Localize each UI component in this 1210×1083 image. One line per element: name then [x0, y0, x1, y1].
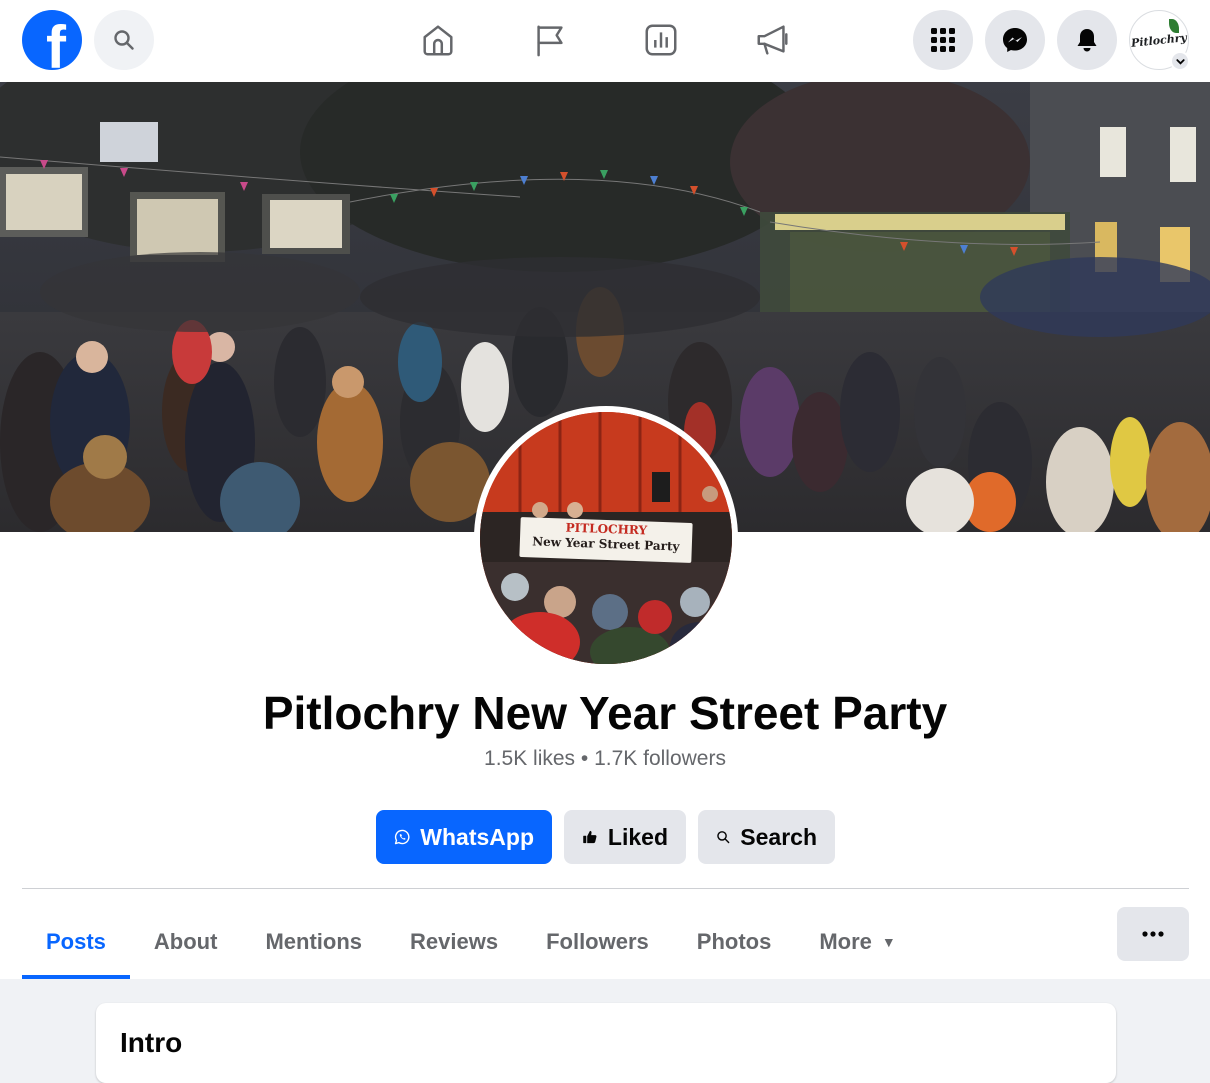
top-navigation-bar: f Pitlochry [0, 0, 1210, 82]
chevron-down-icon [1175, 58, 1185, 65]
profile-banner: PITLOCHRY New Year Street Party [519, 517, 693, 563]
caret-down-icon: ▼ [881, 934, 896, 950]
search-icon [114, 30, 134, 50]
page-search-button[interactable]: Search [698, 810, 835, 864]
tab-followers[interactable]: Followers [522, 905, 673, 979]
home-icon [423, 25, 453, 56]
page-stats[interactable]: 1.5K likes • 1.7K followers [0, 747, 1210, 771]
tab-photos[interactable]: Photos [673, 905, 796, 979]
leaf-icon [1169, 19, 1179, 33]
tab-label: More [819, 929, 872, 954]
messenger-button[interactable] [985, 10, 1045, 70]
tab-posts[interactable]: Posts [22, 905, 130, 979]
page-tabs: Posts About Mentions Reviews Followers P… [22, 905, 920, 979]
pages-nav-button[interactable] [530, 20, 570, 60]
tab-label: Posts [46, 929, 106, 954]
search-label: Search [740, 823, 817, 850]
tab-about[interactable]: About [130, 905, 242, 979]
tab-label: Reviews [410, 929, 499, 954]
menu-grid-icon [931, 28, 955, 52]
messenger-icon [1003, 28, 1027, 52]
whatsapp-icon [394, 829, 410, 845]
more-options-button[interactable] [1117, 907, 1189, 961]
bell-icon [1077, 29, 1097, 52]
page-title: Pitlochry New Year Street Party [262, 687, 948, 739]
more-dots-icon [1142, 931, 1164, 937]
account-menu-button[interactable] [1170, 51, 1190, 71]
thumbs-up-icon [583, 830, 597, 844]
megaphone-icon [757, 25, 788, 55]
liked-label: Liked [607, 823, 668, 850]
tab-label: Mentions [265, 929, 363, 954]
menu-button[interactable] [913, 10, 973, 70]
home-nav-button[interactable] [418, 20, 458, 60]
flag-icon [537, 25, 563, 57]
insights-nav-button[interactable] [641, 20, 681, 60]
insights-icon [645, 24, 677, 56]
profile-picture-image: PITLOCHRY New Year Street Party [480, 412, 732, 664]
tab-mentions[interactable]: Mentions [241, 905, 386, 979]
whatsapp-label: WhatsApp [420, 823, 534, 850]
ads-nav-button[interactable] [753, 20, 793, 60]
header-divider [22, 888, 1189, 889]
facebook-logo-icon[interactable]: f [22, 10, 82, 70]
tab-label: Followers [546, 929, 649, 954]
tab-reviews[interactable]: Reviews [386, 905, 522, 979]
tab-label: Photos [696, 929, 772, 954]
search-button[interactable] [94, 10, 154, 70]
profile-picture[interactable]: PITLOCHRY New Year Street Party [474, 406, 738, 670]
notifications-button[interactable] [1057, 10, 1117, 70]
avatar-logo-text: Pitlochry [1130, 30, 1188, 50]
action-buttons: WhatsApp Liked Search [376, 810, 835, 864]
intro-title: Intro [120, 1027, 183, 1058]
search-icon [717, 831, 730, 844]
liked-button[interactable]: Liked [564, 810, 686, 864]
tab-more[interactable]: More ▼ [795, 905, 919, 979]
tab-label: About [153, 929, 218, 954]
intro-card: Intro [96, 1003, 1116, 1083]
whatsapp-button[interactable]: WhatsApp [376, 810, 552, 864]
